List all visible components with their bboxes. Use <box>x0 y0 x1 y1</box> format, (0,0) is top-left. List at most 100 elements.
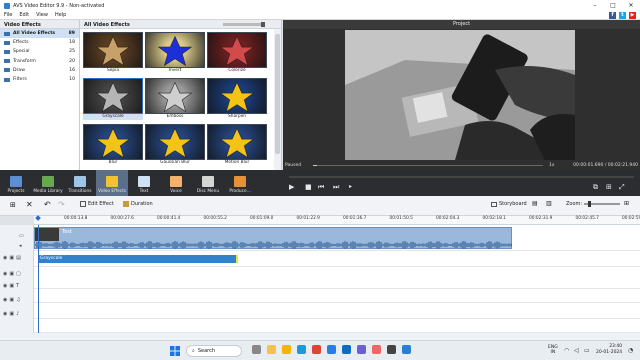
effect-item[interactable]: Colorize <box>207 32 267 74</box>
duration-button[interactable]: Duration <box>123 201 153 207</box>
effect-thumbnail <box>207 78 267 114</box>
stop-icon[interactable]: ■ <box>305 183 312 191</box>
toolbar-button[interactable]: Disc Menu <box>192 170 224 196</box>
lock-icon[interactable]: ▣ <box>9 283 14 289</box>
effect-item[interactable]: Motion Blur <box>207 124 267 166</box>
avs-icon[interactable] <box>402 345 411 354</box>
detach-icon[interactable]: ⊞ <box>606 183 612 191</box>
effect-item[interactable]: Emboss <box>145 78 205 120</box>
playhead-line <box>38 225 39 333</box>
category-item[interactable]: Draw 16 <box>0 66 79 75</box>
category-item[interactable]: Transform 20 <box>0 57 79 66</box>
play-icon[interactable]: ▶ <box>289 183 294 191</box>
audio-mixer-icon[interactable]: ▤ <box>532 200 538 207</box>
maximize-button[interactable]: □ <box>604 0 622 11</box>
clock[interactable]: 23:40 20-01-2024 <box>596 344 622 356</box>
view-options-icon[interactable]: ▥ <box>546 200 552 207</box>
timeline-scrollbar[interactable] <box>0 333 640 340</box>
effect-item[interactable]: Grayscale <box>83 78 143 120</box>
explorer-icon[interactable] <box>282 345 291 354</box>
effect-item[interactable]: Sharpen <box>207 78 267 120</box>
store-icon[interactable] <box>327 345 336 354</box>
mail-icon[interactable] <box>342 345 351 354</box>
toolbar-button[interactable]: Transitions <box>64 170 96 196</box>
lock-icon[interactable]: ▣ <box>9 297 14 303</box>
eye-icon[interactable]: ◉ <box>3 255 7 261</box>
app-icon-2[interactable] <box>387 345 396 354</box>
start-button[interactable] <box>170 346 180 356</box>
youtube-icon[interactable]: ▶ <box>629 12 636 19</box>
previous-frame-icon[interactable]: ⏮ <box>318 183 324 192</box>
timeline-ruler[interactable]: 00:00:13.8 00:00:27.6 00:00:41.4 00:00:55.2… <box>34 216 640 225</box>
lock-icon[interactable]: ▣ <box>9 255 14 261</box>
lock-icon[interactable]: ▣ <box>9 271 14 277</box>
language-indicator[interactable]: ENG IN <box>548 345 558 355</box>
redo-icon[interactable]: ↷ <box>58 200 65 209</box>
toolbar-button[interactable]: Video Effects <box>96 170 128 196</box>
photos-icon[interactable] <box>357 345 366 354</box>
minimize-button[interactable]: – <box>586 0 604 11</box>
effect-label: Sepia <box>107 68 119 73</box>
chrome-icon[interactable] <box>312 345 321 354</box>
edge-icon[interactable] <box>297 345 306 354</box>
effect-thumbnail <box>83 124 143 160</box>
widgets-icon[interactable] <box>267 345 276 354</box>
volume-icon: ◂ <box>19 243 22 249</box>
effects-panel: All Video Effects Sepia Invert Colorize Gra… <box>80 20 282 170</box>
toolbar-button[interactable]: Media Library <box>32 170 64 196</box>
menu-edit[interactable]: Edit <box>19 12 29 18</box>
eye-icon[interactable]: ◉ <box>3 283 7 289</box>
video-preview[interactable] <box>345 30 575 160</box>
next-frame-icon[interactable]: ⏭ <box>333 183 339 192</box>
effect-item[interactable]: Sepia <box>83 32 143 74</box>
eye-icon[interactable]: ◉ <box>3 311 7 317</box>
audio-waveform <box>35 241 512 249</box>
category-item[interactable]: Effects 18 <box>0 38 79 47</box>
category-item[interactable]: All Video Effects 89 <box>0 29 79 39</box>
menu-file[interactable]: File <box>4 12 12 18</box>
toolbar-button[interactable]: Text <box>128 170 160 196</box>
twitter-icon[interactable]: t <box>619 12 626 19</box>
media-icon[interactable] <box>372 345 381 354</box>
taskbar-search[interactable]: ⌕ Search <box>186 345 242 357</box>
battery-icon[interactable]: ▭ <box>584 347 590 354</box>
task-view-icon[interactable] <box>252 345 261 354</box>
snapshot-icon[interactable]: ⧉ <box>593 183 598 192</box>
effects-scrollbar[interactable] <box>274 29 281 170</box>
facebook-icon[interactable]: f <box>609 12 616 19</box>
undo-icon[interactable]: ↶ <box>44 200 51 209</box>
effect-item[interactable]: Blur <box>83 124 143 166</box>
notification-icon[interactable]: ◔ <box>628 347 633 354</box>
zoom-fit-icon[interactable]: ⊞ <box>624 200 629 207</box>
storyboard-button[interactable]: Storyboard <box>491 201 527 207</box>
effect-item[interactable]: Gaussian Blur <box>145 124 205 166</box>
folder-icon <box>4 59 10 64</box>
toolbar-button[interactable]: Projects <box>0 170 32 196</box>
effect-clip[interactable]: Grayscale <box>38 255 238 263</box>
preview-seekbar[interactable] <box>313 165 543 166</box>
category-item[interactable]: Special 25 <box>0 47 79 56</box>
thumbnail-size-slider[interactable] <box>223 22 265 27</box>
playback-speed[interactable]: 1x <box>549 163 555 168</box>
speaker-icon[interactable]: ◁ <box>574 347 579 354</box>
layout-icon[interactable]: ⊞ <box>10 201 16 209</box>
menu-help[interactable]: Help <box>55 12 66 18</box>
close-button[interactable]: ✕ <box>622 0 640 11</box>
lock-icon[interactable]: ▣ <box>9 311 14 317</box>
effect-item[interactable]: Invert <box>145 32 205 74</box>
step-icon[interactable]: ▸ <box>349 183 352 190</box>
edit-effect-button[interactable]: Edit Effect <box>80 201 114 207</box>
fullscreen-icon[interactable]: ⤢ <box>619 183 625 192</box>
toolbar-button[interactable]: Produce... <box>224 170 256 196</box>
wifi-icon[interactable]: ◠ <box>564 347 569 354</box>
delete-icon[interactable]: ✕ <box>26 200 33 209</box>
audio-track-header: ◂ <box>0 243 34 249</box>
eye-icon[interactable]: ◉ <box>3 271 7 277</box>
toolbar-button[interactable]: Voice <box>160 170 192 196</box>
video-clip[interactable]: Test <box>34 227 512 249</box>
eye-icon[interactable]: ◉ <box>3 297 7 303</box>
category-item[interactable]: Filters 10 <box>0 75 79 84</box>
zoom-slider[interactable] <box>584 201 620 207</box>
menu-view[interactable]: View <box>36 12 48 18</box>
produce-icon <box>234 176 246 187</box>
